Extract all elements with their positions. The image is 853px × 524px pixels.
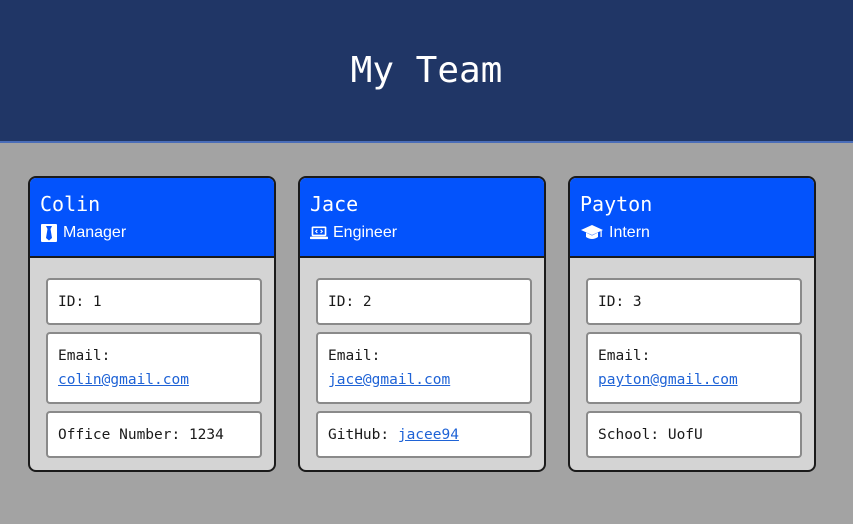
email-field: Email: payton@gmail.com [586, 332, 802, 404]
github-link[interactable]: jacee94 [398, 427, 459, 443]
office-number-value: Office Number: 1234 [58, 427, 224, 443]
team-cards: Colin Manager ID: 1 Email: colin@gmail.c… [28, 176, 816, 472]
email-link[interactable]: colin@gmail.com [58, 372, 189, 388]
employee-name: Payton [580, 192, 653, 216]
github-field: GitHub: jacee94 [316, 411, 532, 458]
employee-role: Engineer [310, 224, 534, 242]
tie-icon [40, 224, 58, 242]
school-value: School: UofU [598, 427, 703, 443]
id-value: ID: 3 [598, 294, 642, 310]
employee-card-jace: Jace Engineer ID: 2 Email: jace@gmail.co… [298, 176, 546, 472]
card-header: Colin Manager [30, 178, 274, 258]
employee-role: Intern [580, 224, 804, 242]
email-field: Email: jace@gmail.com [316, 332, 532, 404]
card-body: ID: 1 Email: colin@gmail.com Office Numb… [30, 258, 274, 458]
email-label: Email: [328, 348, 381, 364]
card-body: ID: 3 Email: payton@gmail.com School: Uo… [570, 258, 814, 458]
github-label: GitHub: [328, 427, 398, 443]
email-label: Email: [58, 348, 111, 364]
email-link[interactable]: jace@gmail.com [328, 372, 450, 388]
graduation-cap-icon [580, 224, 604, 242]
school-field: School: UofU [586, 411, 802, 458]
employee-name: Jace [310, 192, 359, 216]
id-field: ID: 2 [316, 278, 532, 325]
role-label: Manager [63, 224, 127, 241]
id-field: ID: 1 [46, 278, 262, 325]
email-field: Email: colin@gmail.com [46, 332, 262, 404]
card-header: Payton Intern [570, 178, 814, 258]
role-label: Intern [609, 224, 650, 241]
employee-card-payton: Payton Intern ID: 3 Email: payton@gmail.… [568, 176, 816, 472]
id-value: ID: 1 [58, 294, 102, 310]
employee-name: Colin [40, 192, 101, 216]
laptop-code-icon [310, 224, 328, 242]
office-number-field: Office Number: 1234 [46, 411, 262, 458]
page-title: My Team [350, 50, 503, 91]
email-label: Email: [598, 348, 651, 364]
id-value: ID: 2 [328, 294, 372, 310]
id-field: ID: 3 [586, 278, 802, 325]
card-header: Jace Engineer [300, 178, 544, 258]
role-label: Engineer [333, 224, 398, 241]
employee-role: Manager [40, 224, 264, 242]
email-link[interactable]: payton@gmail.com [598, 372, 738, 388]
card-body: ID: 2 Email: jace@gmail.com GitHub: jace… [300, 258, 544, 458]
employee-card-colin: Colin Manager ID: 1 Email: colin@gmail.c… [28, 176, 276, 472]
page-header: My Team [0, 0, 853, 143]
